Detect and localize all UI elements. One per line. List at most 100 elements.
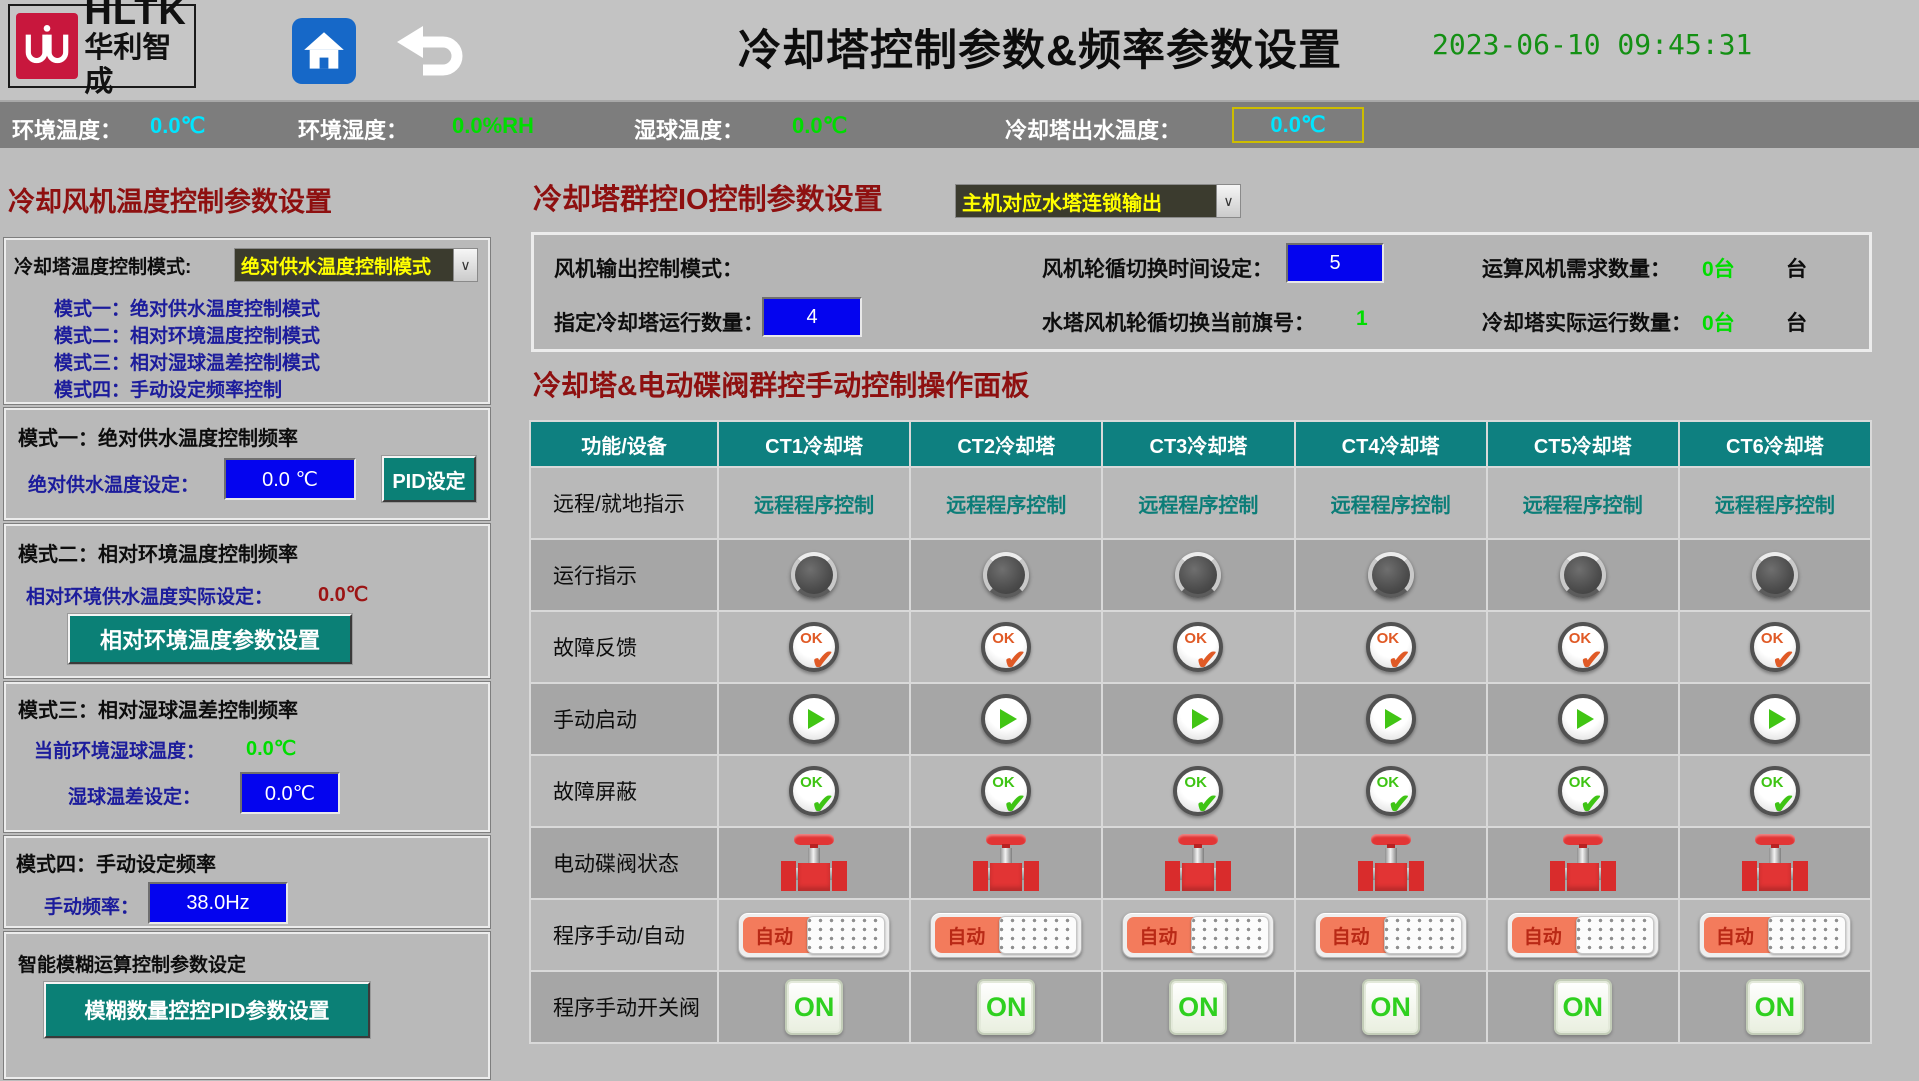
mode4-group: 模式四：手动设定频率 手动频率： 38.0Hz	[4, 836, 490, 928]
run-lamp-icon-ct5	[1560, 552, 1606, 598]
mode-list-item-2: 模式二：相对环境温度控制模式	[54, 321, 320, 348]
valve-on-button-ct4[interactable]: ON	[1362, 979, 1420, 1035]
mode-select-group: 冷却塔温度控制模式: 绝对供水温度控制模式 ∨ 模式一：绝对供水温度控制模式 模…	[4, 238, 490, 404]
ambient-temp-label: 环境温度：	[12, 113, 122, 145]
check-icon: ✔	[1772, 647, 1795, 674]
outlet-temp-value-box: 0.0℃	[1232, 107, 1364, 143]
fault-mask-button-ct2[interactable]: OK✔	[981, 766, 1031, 816]
keypad-icon	[807, 916, 885, 954]
fuzzy-pid-params-button[interactable]: 模糊数量控控PID参数设置	[44, 982, 370, 1038]
fault-mask-button-ct3[interactable]: OK✔	[1173, 766, 1223, 816]
mode4-freq-label: 手动频率：	[44, 892, 139, 919]
manual-start-button-ct3[interactable]	[1173, 694, 1223, 744]
fault-feedback-ok-icon-ct5: OK✔	[1558, 622, 1608, 672]
valve-on-button-ct6[interactable]: ON	[1746, 979, 1804, 1035]
mode1-temp-input[interactable]: 0.0 ℃	[224, 458, 356, 500]
run-lamp-icon-ct6	[1752, 552, 1798, 598]
row-label-valve-status: 电动碟阀状态	[531, 828, 717, 898]
mode2-actual-label: 相对环境供水温度实际设定：	[26, 582, 273, 609]
back-arrow-icon	[397, 26, 473, 82]
wetbulb-diff-input[interactable]: 0.0℃	[240, 772, 340, 814]
play-icon	[808, 709, 825, 729]
col-header-ct3: CT3冷却塔	[1103, 422, 1293, 466]
ambient-humidity-label: 环境湿度：	[298, 113, 408, 145]
remote-status-ct5: 远程程序控制	[1523, 489, 1643, 518]
mode1-set-label: 绝对供水温度设定：	[28, 470, 199, 497]
fault-mask-button-ct1[interactable]: OK✔	[789, 766, 839, 816]
fault-feedback-ok-icon-ct1: OK✔	[789, 622, 839, 672]
manual-auto-toggle-ct5[interactable]: 自动	[1507, 912, 1659, 958]
row-label-remote: 远程/就地指示	[531, 468, 717, 538]
io-panel-title: 冷却塔群控IO控制参数设置	[533, 176, 883, 218]
fault-mask-button-ct4[interactable]: OK✔	[1366, 766, 1416, 816]
butterfly-valve-icon-ct4	[1358, 834, 1424, 892]
butterfly-valve-icon-ct2	[973, 834, 1039, 892]
manual-start-button-ct1[interactable]	[789, 694, 839, 744]
row-label-manual-auto: 程序手动/自动	[531, 900, 717, 970]
row-label-onoff-valve: 程序手动开关阀	[531, 972, 717, 1042]
logo-main-text: HLTK	[84, 0, 194, 31]
play-icon	[1000, 709, 1017, 729]
actual-count-label: 冷却塔实际运行数量：	[1482, 307, 1692, 337]
fan-demand-value: 0台	[1702, 253, 1735, 283]
page-title: 冷却塔控制参数&频率参数设置	[620, 16, 1460, 78]
temp-control-mode-select[interactable]: 绝对供水温度控制模式 ∨	[234, 248, 478, 282]
fault-feedback-ok-icon-ct3: OK✔	[1173, 622, 1223, 672]
fault-feedback-ok-icon-ct4: OK✔	[1366, 622, 1416, 672]
valve-on-button-ct2[interactable]: ON	[977, 979, 1035, 1035]
home-button[interactable]	[292, 18, 356, 84]
brand-mark-icon	[16, 13, 78, 79]
link-output-select[interactable]: 主机对应水塔连锁输出 ∨	[955, 184, 1241, 218]
outlet-temp-value: 0.0℃	[1270, 112, 1325, 138]
fault-mask-button-ct6[interactable]: OK✔	[1750, 766, 1800, 816]
manual-panel-title: 冷却塔&电动碟阀群控手动控制操作面板	[533, 364, 1029, 404]
col-header-ct4: CT4冷却塔	[1296, 422, 1486, 466]
check-icon: ✔	[1004, 647, 1027, 674]
valve-on-button-ct1[interactable]: ON	[785, 979, 843, 1035]
outlet-temp-label: 冷却塔出水温度：	[1005, 113, 1181, 145]
manual-auto-toggle-ct1[interactable]: 自动	[738, 912, 890, 958]
manual-start-button-ct4[interactable]	[1366, 694, 1416, 744]
status-bar: 环境温度： 0.0℃ 环境湿度： 0.0%RH 湿球温度： 0.0℃ 冷却塔出水…	[0, 100, 1919, 148]
valve-on-button-ct5[interactable]: ON	[1554, 979, 1612, 1035]
play-icon	[1192, 709, 1209, 729]
mode3-title: 模式三：相对湿球温差控制频率	[18, 694, 298, 723]
check-icon: ✔	[1196, 647, 1219, 674]
rotate-time-label: 风机轮循切换时间设定：	[1042, 253, 1273, 283]
rotate-time-input[interactable]: 5	[1286, 243, 1384, 283]
run-lamp-icon-ct3	[1175, 552, 1221, 598]
butterfly-valve-icon-ct5	[1550, 834, 1616, 892]
manual-start-button-ct5[interactable]	[1558, 694, 1608, 744]
wetbulb-temp-label: 湿球温度：	[634, 113, 744, 145]
check-icon: ✔	[1388, 647, 1411, 674]
manual-frequency-input[interactable]: 38.0Hz	[148, 882, 288, 924]
keypad-icon	[1384, 916, 1462, 954]
rotate-flag-label: 水塔风机轮循切换当前旗号：	[1042, 307, 1315, 337]
keypad-icon	[999, 916, 1077, 954]
fuzzy-title: 智能模糊运算控制参数设定	[18, 950, 246, 977]
manual-auto-toggle-ct3[interactable]: 自动	[1122, 912, 1274, 958]
remote-status-ct6: 远程程序控制	[1715, 489, 1835, 518]
assigned-count-input[interactable]: 4	[762, 297, 862, 337]
fan-demand-label: 运算风机需求数量：	[1482, 253, 1671, 283]
row-label-fault-mask: 故障屏蔽	[531, 756, 717, 826]
remote-status-ct4: 远程程序控制	[1331, 489, 1451, 518]
pid-setting-button[interactable]: PID设定	[382, 456, 476, 502]
manual-auto-toggle-ct4[interactable]: 自动	[1315, 912, 1467, 958]
back-button[interactable]	[396, 24, 474, 84]
fault-mask-button-ct5[interactable]: OK✔	[1558, 766, 1608, 816]
mode3-current-value: 0.0℃	[246, 736, 296, 761]
fault-feedback-ok-icon-ct2: OK✔	[981, 622, 1031, 672]
manual-start-button-ct6[interactable]	[1750, 694, 1800, 744]
relative-ambient-params-button[interactable]: 相对环境温度参数设置	[68, 614, 352, 664]
keypad-icon	[1768, 916, 1846, 954]
manual-auto-toggle-ct2[interactable]: 自动	[930, 912, 1082, 958]
mode-list-item-1: 模式一：绝对供水温度控制模式	[54, 294, 320, 321]
fan-demand-unit: 台	[1786, 253, 1807, 283]
valve-on-button-ct3[interactable]: ON	[1169, 979, 1227, 1035]
manual-auto-toggle-ct6[interactable]: 自动	[1699, 912, 1851, 958]
play-icon	[1769, 709, 1786, 729]
mode3-current-label: 当前环境湿球温度：	[34, 736, 205, 763]
remote-status-ct2: 远程程序控制	[946, 489, 1066, 518]
manual-start-button-ct2[interactable]	[981, 694, 1031, 744]
